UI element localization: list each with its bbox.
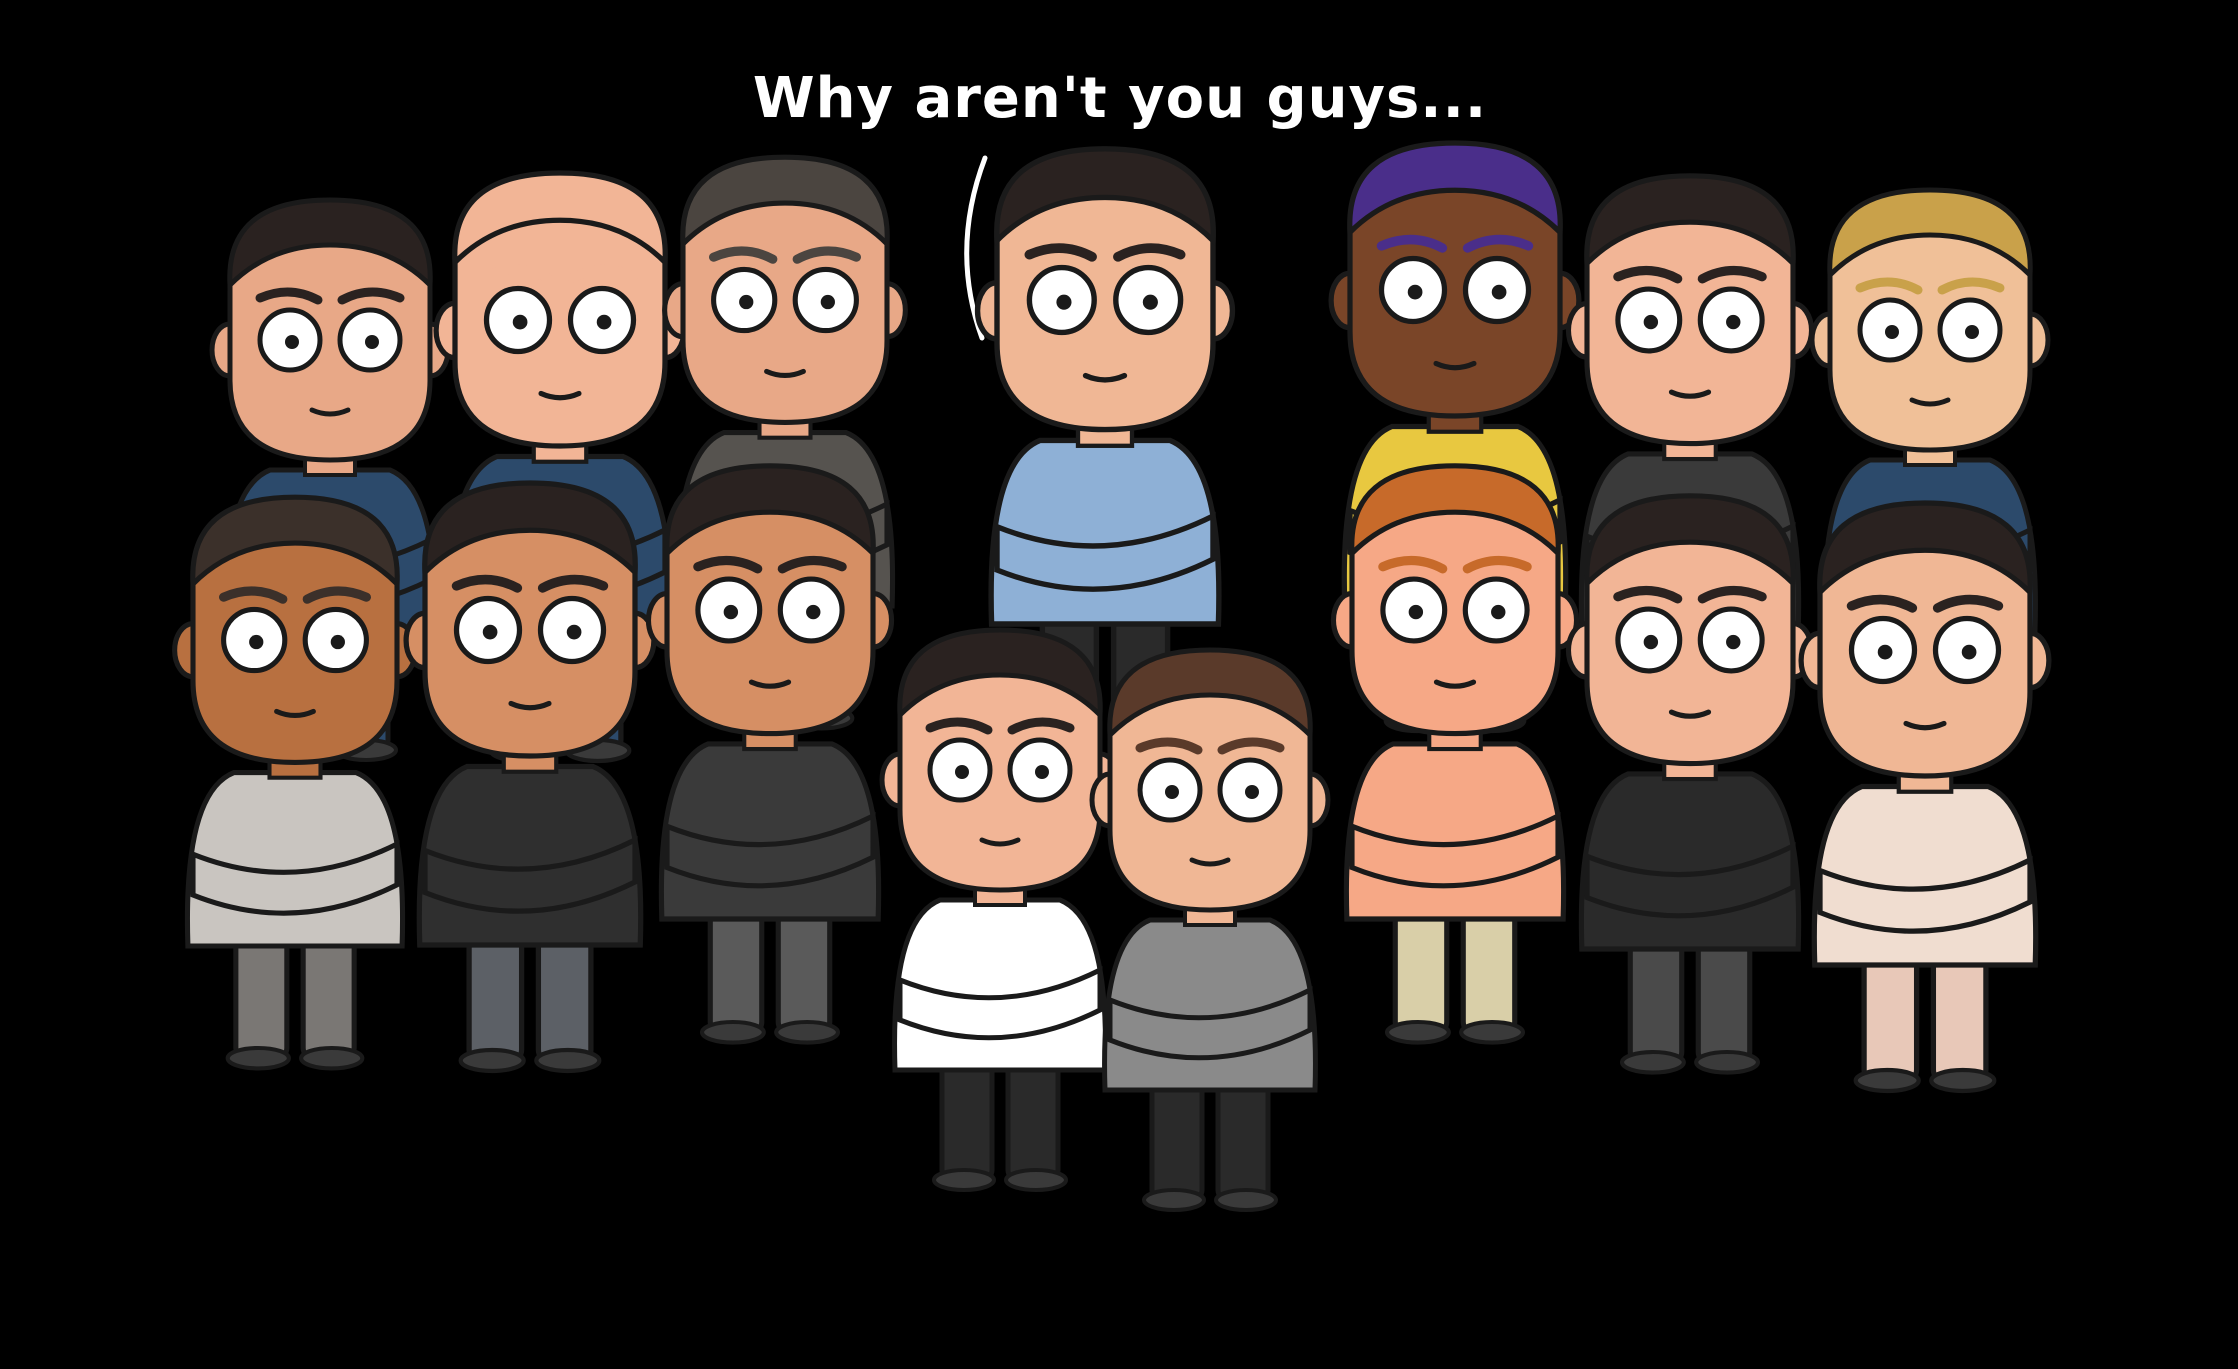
left-pupil [1165, 785, 1179, 799]
left-pupil [1885, 325, 1899, 339]
right-pupil [1491, 604, 1506, 620]
left-shoe [699, 1019, 766, 1045]
right-pupil [330, 634, 345, 650]
right-pupil [1726, 634, 1741, 650]
left-shoe [1384, 1019, 1451, 1045]
left-shoe [1142, 1188, 1206, 1212]
left-pupil [249, 634, 264, 650]
left-shoe [458, 1047, 526, 1074]
right-shoe [1004, 1168, 1068, 1192]
right-shoe [1459, 1019, 1526, 1045]
left-pupil [482, 624, 498, 640]
right-pupil [1142, 294, 1158, 310]
left-shoe [1853, 1067, 1921, 1094]
left-pupil [1877, 644, 1893, 660]
left-pupil [1408, 604, 1424, 620]
left-pupil [1407, 284, 1423, 300]
right-pupil [820, 294, 835, 310]
smiling-man-dark-jacket [1565, 493, 1815, 1075]
right-shoe [1929, 1067, 1997, 1094]
right-shoe [774, 1019, 841, 1045]
headphones-bearded-man [645, 463, 895, 1045]
left-shoe [932, 1168, 996, 1192]
speech-text: Why aren't you guys... [752, 66, 1488, 131]
left-pupil [512, 314, 528, 330]
group-illustration [172, 140, 2052, 1212]
left-shoe [1619, 1049, 1686, 1075]
right-pupil [566, 624, 582, 640]
left-pupil [285, 335, 299, 349]
right-pupil [806, 604, 821, 620]
right-shoe [299, 1045, 365, 1071]
right-shoe [534, 1047, 602, 1074]
crying-man-grey-hoodie [1089, 647, 1331, 1212]
tan-man-arms-crossed [172, 494, 418, 1071]
right-pupil [365, 335, 379, 349]
right-pupil [1961, 644, 1977, 660]
left-pupil [1643, 634, 1659, 650]
crying-man-white-shirt [879, 627, 1121, 1192]
bearded-man-beige [1798, 500, 2052, 1094]
comic-scene: Why aren't you guys... [0, 0, 2238, 1365]
right-pupil [1726, 314, 1741, 330]
bearded-man-black-shirt [403, 480, 657, 1074]
right-shoe [1214, 1188, 1278, 1212]
left-pupil [955, 765, 969, 779]
left-shoe [225, 1045, 291, 1071]
right-shoe [1694, 1049, 1761, 1075]
right-pupil [1245, 785, 1259, 799]
shirtless-red-hair-man [1330, 463, 1580, 1045]
right-pupil [1035, 765, 1049, 779]
left-pupil [723, 604, 739, 620]
right-pupil [1491, 284, 1507, 300]
left-pupil [1643, 314, 1659, 330]
right-pupil [596, 314, 612, 330]
left-pupil [1056, 294, 1072, 310]
left-pupil [739, 294, 754, 310]
right-pupil [1965, 325, 1979, 339]
